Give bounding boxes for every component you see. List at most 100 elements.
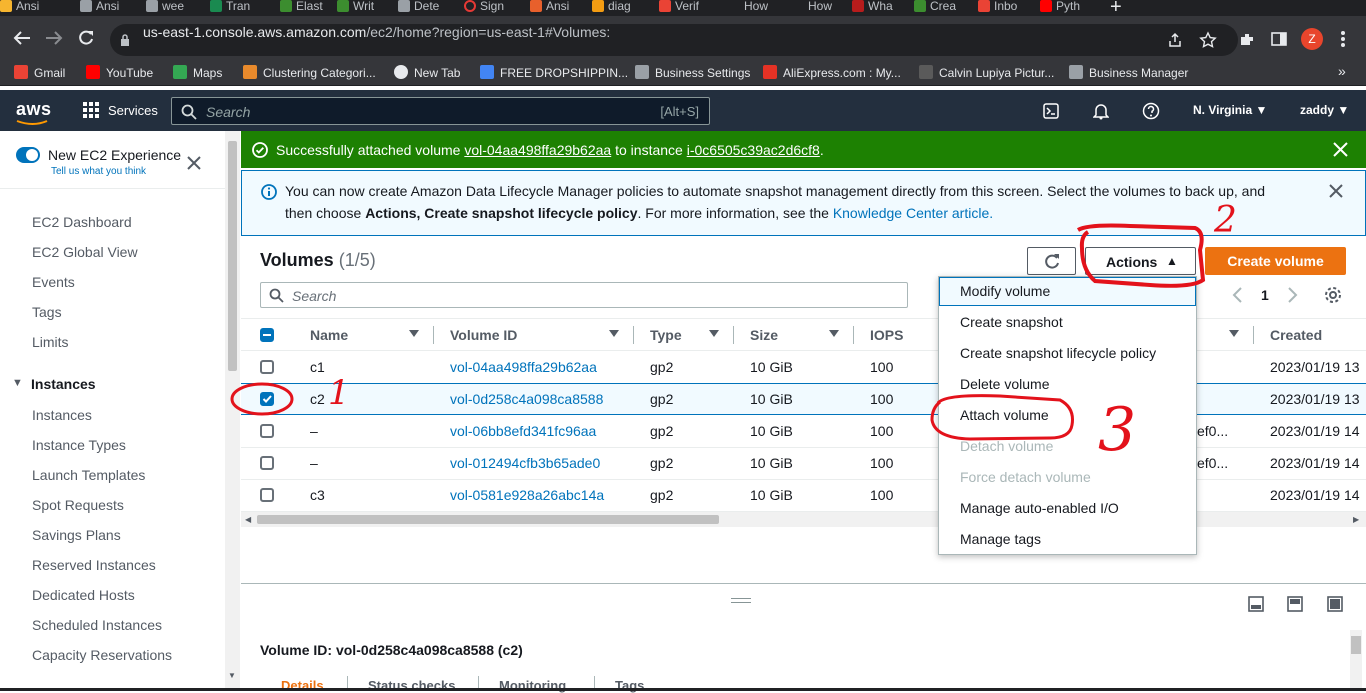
panel-full-icon[interactable] — [1327, 596, 1343, 612]
select-all-checkbox[interactable] — [260, 328, 274, 342]
notifications-bell-icon[interactable] — [1093, 102, 1109, 120]
account-menu[interactable]: zaddy ▼ — [1300, 103, 1349, 117]
aws-logo[interactable]: aws — [16, 99, 52, 120]
share-icon[interactable] — [1167, 32, 1183, 48]
browser-tab[interactable]: Writ — [337, 0, 374, 16]
back-arrow-icon[interactable] — [12, 30, 32, 46]
bookmark-business-settings[interactable]: Business Settings — [635, 65, 750, 80]
bookmark-calvin[interactable]: Calvin Lupiya Pictur... — [919, 65, 1054, 80]
sidebar-item-scheduled-instances[interactable]: Scheduled Instances — [32, 617, 162, 633]
browser-tab[interactable]: Wha — [852, 0, 893, 16]
feedback-link[interactable]: Tell us what you think — [51, 166, 146, 177]
scroll-right-arrow-icon[interactable]: ▶ — [1353, 515, 1359, 524]
bookmark-aliexpress[interactable]: AliExpress.com : My... — [763, 65, 901, 80]
sidebar-item-tags[interactable]: Tags — [32, 304, 62, 320]
browser-menu-icon[interactable] — [1340, 30, 1346, 48]
table-row[interactable] — [241, 351, 1366, 383]
bookmark-maps[interactable]: Maps — [173, 65, 222, 80]
browser-tab[interactable]: How — [744, 0, 768, 16]
column-header-name[interactable]: Name — [310, 327, 348, 343]
aws-search-input[interactable]: Search [Alt+S] — [171, 97, 710, 125]
cell-volume-id-link[interactable]: vol-012494cfb3b65ade0 — [450, 455, 600, 471]
browser-tab[interactable]: diag — [592, 0, 631, 16]
menu-item-create-snapshot[interactable]: Create snapshot — [960, 314, 1063, 330]
bookmark-star-icon[interactable] — [1199, 31, 1217, 49]
flash-instance-link[interactable]: i-0c6505c39ac2d6cf8 — [687, 142, 820, 158]
column-divider[interactable] — [733, 326, 734, 344]
sidebar-scrollbar[interactable]: ▼ — [225, 131, 240, 691]
bookmark-new-tab[interactable]: New Tab — [394, 65, 460, 80]
sidebar-item-events[interactable]: Events — [32, 274, 75, 290]
browser-tab[interactable]: Inbo — [978, 0, 1017, 16]
refresh-button[interactable] — [1027, 247, 1076, 275]
column-header-size[interactable]: Size — [750, 327, 778, 343]
browser-tab[interactable]: Ansi — [530, 0, 569, 16]
browser-tab[interactable]: Verif — [659, 0, 699, 16]
bookmark-business-manager[interactable]: Business Manager — [1069, 65, 1188, 80]
table-row[interactable] — [241, 383, 1366, 415]
sidebar-item-instance-types[interactable]: Instance Types — [32, 437, 126, 453]
browser-tab[interactable]: Tran — [210, 0, 250, 16]
menu-item-manage-auto-enabled-i-o[interactable]: Manage auto-enabled I/O — [960, 500, 1119, 516]
row-checkbox[interactable] — [260, 456, 274, 470]
bookmark-clustering[interactable]: Clustering Categori... — [243, 65, 376, 80]
flash-volume-link[interactable]: vol-04aa498ffa29b62aa — [464, 142, 611, 158]
sidebar-section-instances[interactable]: Instances — [31, 376, 96, 392]
column-divider[interactable] — [1253, 326, 1254, 344]
browser-tab[interactable]: Elast — [280, 0, 323, 16]
next-page-icon[interactable] — [1287, 287, 1299, 303]
table-horizontal-scrollbar[interactable]: ◀ ▶ — [241, 512, 1366, 527]
knowledge-center-link[interactable]: Knowledge Center article. — [833, 205, 993, 221]
sidebar-item-spot-requests[interactable]: Spot Requests — [32, 497, 124, 513]
cell-volume-id-link[interactable]: vol-06bb8efd341fc96aa — [450, 423, 596, 439]
menu-item-attach-volume[interactable]: Attach volume — [960, 407, 1049, 423]
sidebar-item-capacity-reservations[interactable]: Capacity Reservations — [32, 647, 172, 663]
more-bookmarks-chevron-icon[interactable]: » — [1338, 63, 1346, 79]
scroll-down-arrow-icon[interactable]: ▼ — [228, 671, 236, 680]
bookmark-youtube[interactable]: YouTube — [86, 65, 153, 80]
scrollbar-thumb[interactable] — [228, 141, 237, 371]
sidebar-item-limits[interactable]: Limits — [32, 334, 69, 350]
scrollbar-thumb[interactable] — [1351, 636, 1361, 654]
scrollbar-thumb[interactable] — [257, 515, 719, 524]
sidebar-item-launch-templates[interactable]: Launch Templates — [32, 467, 145, 483]
new-tab-plus-icon[interactable]: + — [1110, 0, 1122, 16]
services-grid-icon[interactable] — [83, 102, 99, 118]
profile-avatar[interactable]: Z — [1301, 28, 1323, 50]
cell-volume-id-link[interactable]: vol-04aa498ffa29b62aa — [450, 359, 597, 375]
column-divider[interactable] — [433, 326, 434, 344]
row-checkbox[interactable] — [260, 360, 274, 374]
bookmark-dropshipping[interactable]: FREE DROPSHIPPIN... — [480, 65, 628, 80]
extensions-puzzle-icon[interactable] — [1238, 31, 1256, 49]
actions-button[interactable]: Actions ▲ — [1085, 247, 1196, 275]
browser-tab[interactable]: How — [808, 0, 832, 16]
scroll-left-arrow-icon[interactable]: ◀ — [245, 515, 251, 524]
column-header-created[interactable]: Created — [1270, 327, 1322, 343]
region-selector[interactable]: N. Virginia ▼ — [1193, 103, 1267, 117]
bookmark-gmail[interactable]: Gmail — [14, 65, 65, 80]
details-scrollbar[interactable] — [1350, 630, 1362, 691]
row-checkbox[interactable] — [260, 392, 274, 406]
table-row[interactable] — [241, 479, 1366, 511]
drag-handle-icon[interactable] — [731, 598, 751, 603]
close-icon[interactable] — [186, 155, 202, 171]
column-header-volume-id[interactable]: Volume ID — [450, 327, 517, 343]
sidebar-item-ec2-global-view[interactable]: EC2 Global View — [32, 244, 138, 260]
browser-tab[interactable]: Sign — [464, 0, 504, 16]
menu-item-delete-volume[interactable]: Delete volume — [960, 376, 1050, 392]
column-divider[interactable] — [633, 326, 634, 344]
new-experience-toggle[interactable] — [16, 147, 40, 163]
menu-item-modify-volume[interactable]: Modify volume — [960, 283, 1050, 299]
volumes-search-input[interactable]: Search — [260, 282, 908, 308]
menu-item-manage-tags[interactable]: Manage tags — [960, 531, 1041, 547]
browser-tab[interactable]: Crea — [914, 0, 956, 16]
column-header-type[interactable]: Type — [650, 327, 682, 343]
create-volume-button[interactable]: Create volume — [1205, 247, 1346, 275]
services-menu[interactable]: Services — [108, 103, 158, 118]
browser-tab[interactable]: Ansi — [80, 0, 119, 16]
cell-volume-id-link[interactable]: vol-0d258c4a098ca8588 — [450, 391, 603, 407]
browser-tab[interactable]: Ansi — [0, 0, 39, 16]
panel-side-icon[interactable] — [1287, 596, 1303, 612]
browser-tab[interactable]: Dete — [398, 0, 439, 16]
sort-caret-icon[interactable] — [409, 330, 419, 337]
